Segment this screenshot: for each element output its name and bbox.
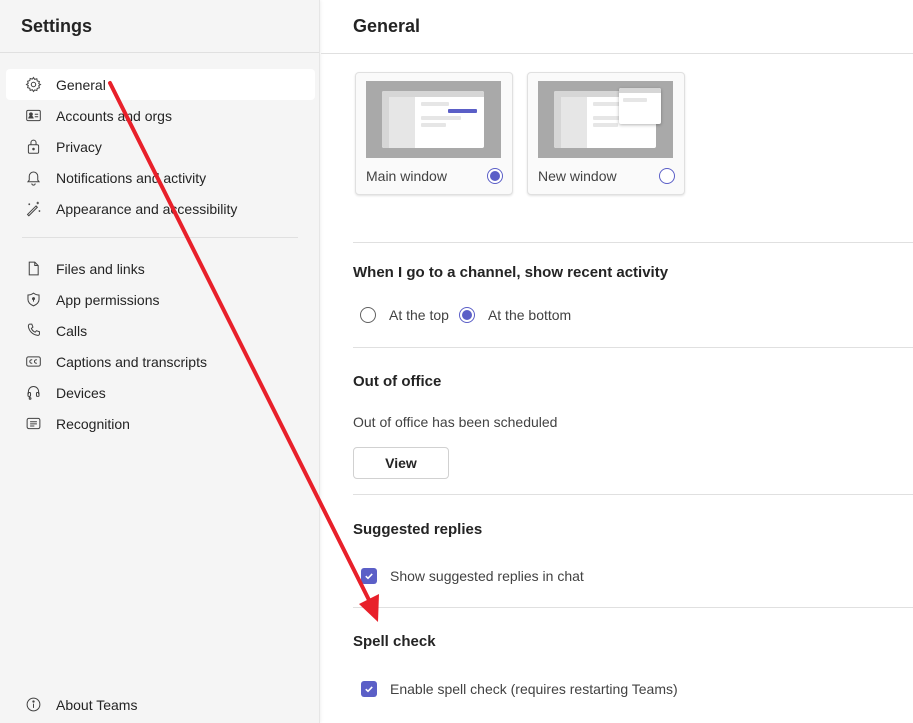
main-window-label: Main window xyxy=(366,168,447,184)
section-divider xyxy=(353,607,913,608)
info-icon xyxy=(24,696,42,714)
sidebar-item-label: Devices xyxy=(56,384,106,401)
radio-at-the-bottom-label: At the bottom xyxy=(487,307,572,323)
new-window-thumbnail xyxy=(538,81,673,158)
suggested-replies-label: Show suggested replies in chat xyxy=(390,568,584,584)
sidebar-item-privacy[interactable]: Privacy xyxy=(6,131,315,162)
sidebar-item-captions[interactable]: Captions and transcripts xyxy=(6,346,315,377)
sidebar-item-devices[interactable]: Devices xyxy=(6,377,315,408)
about-nav: About Teams xyxy=(6,689,315,720)
phone-icon xyxy=(24,322,42,340)
sidebar-item-label: Calls xyxy=(56,322,88,339)
out-of-office-title: Out of office xyxy=(353,373,442,390)
sidebar-item-label: Files and links xyxy=(56,260,145,277)
closed-captions-icon xyxy=(24,353,42,371)
sidebar-item-label: Recognition xyxy=(56,415,130,432)
channel-activity-radio-group: At the top At the bottom xyxy=(360,307,581,323)
section-divider xyxy=(353,494,913,495)
magic-wand-icon xyxy=(24,200,42,218)
radio-at-the-bottom-control[interactable] xyxy=(458,307,475,323)
lock-icon xyxy=(24,138,42,156)
main-header: General xyxy=(321,0,913,54)
sidebar-item-label: Appearance and accessibility xyxy=(56,200,238,217)
spell-check-checkbox[interactable] xyxy=(361,681,377,697)
bell-icon xyxy=(24,169,42,187)
radio-at-the-bottom[interactable]: At the bottom xyxy=(458,307,572,323)
gear-icon xyxy=(24,76,42,94)
shield-icon xyxy=(24,291,42,309)
main-window-thumbnail xyxy=(366,81,501,158)
spell-check-checkbox-row[interactable]: Enable spell check (requires restarting … xyxy=(361,681,678,697)
sidebar-item-label: General xyxy=(56,76,106,93)
settings-main-panel: General Main window New window When I go… xyxy=(321,0,913,723)
spell-check-section: Spell check xyxy=(353,633,436,650)
headset-icon xyxy=(24,384,42,402)
new-window-option-card[interactable]: New window xyxy=(527,72,685,195)
sidebar-item-about-teams[interactable]: About Teams xyxy=(6,689,315,720)
sidebar-title: Settings xyxy=(21,15,93,36)
nav-group-primary: General Accounts and orgs Privacy Notifi… xyxy=(6,69,315,224)
open-in-window-options: Main window New window xyxy=(355,72,685,195)
sidebar-item-label: Accounts and orgs xyxy=(56,107,172,124)
checkmark-icon xyxy=(365,573,373,580)
checkmark-icon xyxy=(365,686,373,693)
radio-at-the-top-label: At the top xyxy=(389,307,449,323)
new-window-radio[interactable] xyxy=(659,168,675,184)
section-divider xyxy=(353,242,913,243)
sidebar-divider xyxy=(22,237,298,238)
channel-activity-title: When I go to a channel, show recent acti… xyxy=(353,264,669,281)
sidebar-item-appearance[interactable]: Appearance and accessibility xyxy=(6,193,315,224)
page-title: General xyxy=(353,16,421,36)
document-icon xyxy=(24,260,42,278)
radio-at-the-top[interactable]: At the top xyxy=(360,307,449,323)
sidebar-item-files-and-links[interactable]: Files and links xyxy=(6,253,315,284)
out-of-office-status: Out of office has been scheduled xyxy=(353,414,558,430)
main-window-option-card[interactable]: Main window xyxy=(355,72,513,195)
sidebar-header: Settings xyxy=(0,0,319,53)
suggested-replies-title: Suggested replies xyxy=(353,521,483,538)
sidebar-item-label: About Teams xyxy=(56,696,138,713)
sidebar-item-app-permissions[interactable]: App permissions xyxy=(6,284,315,315)
sidebar-item-accounts-and-orgs[interactable]: Accounts and orgs xyxy=(6,100,315,131)
sidebar-item-general[interactable]: General xyxy=(6,69,315,100)
out-of-office-view-button[interactable]: View xyxy=(353,447,449,479)
id-card-icon xyxy=(24,107,42,125)
sidebar-item-label: Captions and transcripts xyxy=(56,353,207,370)
settings-sidebar: Settings General Accounts and orgs Priva… xyxy=(0,0,320,723)
sidebar-item-recognition[interactable]: Recognition xyxy=(6,408,315,439)
sidebar-item-notifications[interactable]: Notifications and activity xyxy=(6,162,315,193)
sidebar-item-label: App permissions xyxy=(56,291,160,308)
radio-at-the-top-control[interactable] xyxy=(360,307,376,323)
suggested-replies-checkbox-row[interactable]: Show suggested replies in chat xyxy=(361,568,584,584)
suggested-replies-checkbox[interactable] xyxy=(361,568,377,584)
sidebar-item-label: Privacy xyxy=(56,138,102,155)
nav-group-secondary: Files and links App permissions Calls Ca… xyxy=(6,253,315,439)
text-box-icon xyxy=(24,415,42,433)
new-window-label: New window xyxy=(538,168,617,184)
sidebar-item-calls[interactable]: Calls xyxy=(6,315,315,346)
sidebar-item-label: Notifications and activity xyxy=(56,169,207,186)
main-window-radio[interactable] xyxy=(487,168,503,184)
section-divider xyxy=(353,347,913,348)
spell-check-label: Enable spell check (requires restarting … xyxy=(390,681,678,697)
